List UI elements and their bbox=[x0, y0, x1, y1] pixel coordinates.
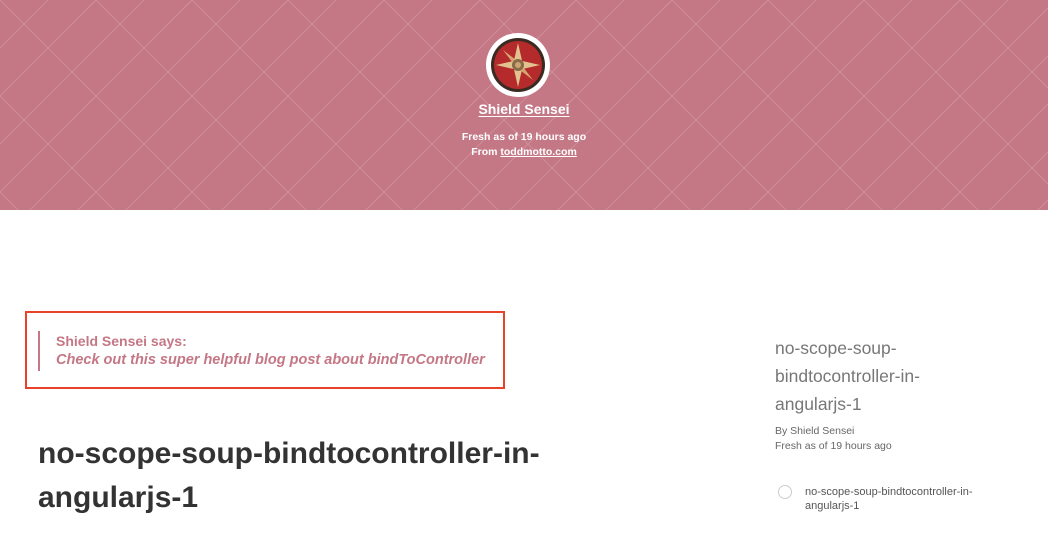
highlighted-quote: Shield Sensei says: Check out this super… bbox=[25, 311, 505, 389]
sidebar-title[interactable]: no-scope-soup-bindtocontroller-in-angula… bbox=[775, 334, 995, 418]
profile-header: Shield Sensei Fresh as of 19 hours ago F… bbox=[0, 0, 1048, 210]
quote-bar bbox=[38, 331, 40, 371]
source-prefix: From bbox=[471, 146, 501, 158]
shield-avatar-icon bbox=[491, 38, 545, 92]
sidebar-fresh-timestamp: Fresh as of 19 hours ago bbox=[775, 440, 892, 452]
radio-circle-icon[interactable] bbox=[778, 485, 792, 499]
quote-body: Check out this super helpful blog post a… bbox=[56, 352, 485, 368]
profile-info: Shield Sensei Fresh as of 19 hours ago F… bbox=[0, 0, 1048, 210]
avatar[interactable] bbox=[486, 33, 550, 97]
sidebar-item-label: no-scope-soup-bindtocontroller-in-angula… bbox=[805, 486, 973, 512]
fresh-timestamp: Fresh as of 19 hours ago bbox=[461, 131, 587, 143]
post-title: no-scope-soup-bindtocontroller-in-angula… bbox=[38, 437, 540, 514]
sidebar-byline: By Shield Sensei bbox=[775, 425, 855, 437]
author-name-link[interactable]: Shield Sensei bbox=[0, 101, 1048, 117]
source-line: From toddmotto.com bbox=[0, 146, 1048, 158]
quote-author: Shield Sensei says: bbox=[56, 333, 187, 349]
source-link[interactable]: toddmotto.com bbox=[500, 146, 576, 158]
